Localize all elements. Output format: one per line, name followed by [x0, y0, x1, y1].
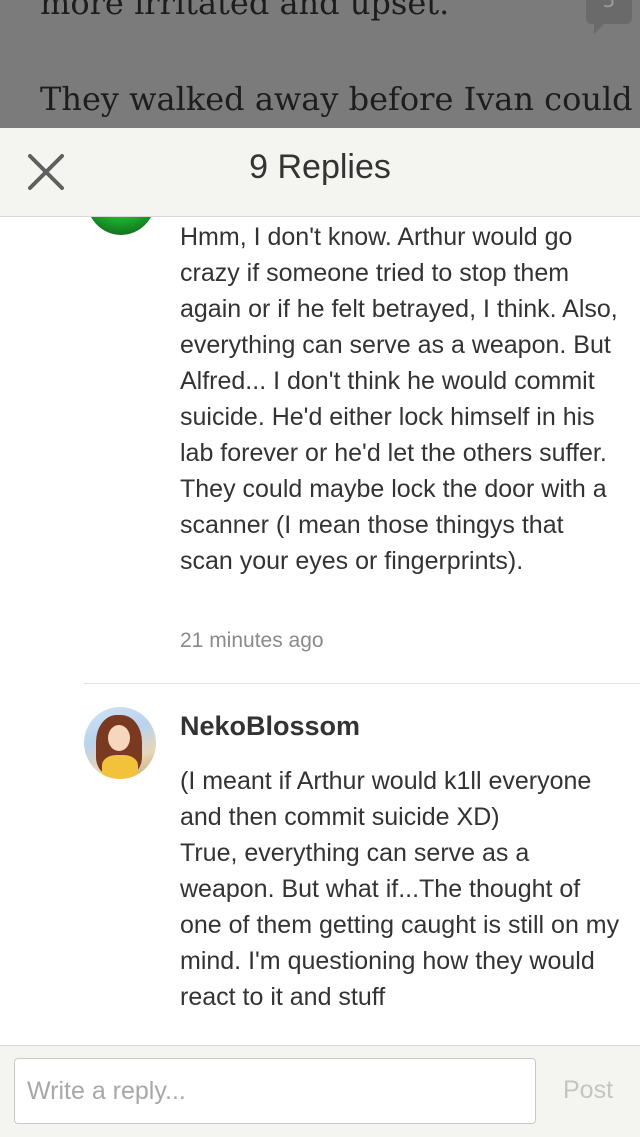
comment-bubble-icon: 5: [586, 0, 632, 34]
divider: [84, 683, 640, 684]
story-text-line: more irritated and upset.: [40, 0, 450, 22]
story-text-line: They walked away before Ivan could: [40, 80, 633, 118]
post-button[interactable]: Post: [548, 1068, 628, 1112]
replies-sheet: 9 Replies Hmm, I don't know. Arthur woul…: [0, 128, 640, 1137]
reply-body: (I meant if Arthur would k1ll everyone a…: [180, 767, 620, 1011]
sheet-header: 9 Replies: [0, 128, 640, 217]
avatar[interactable]: [84, 707, 156, 779]
reply-bar: Post: [0, 1045, 640, 1137]
comment-count: 5: [602, 0, 616, 12]
replies-list[interactable]: Hmm, I don't know. Arthur would go crazy…: [0, 217, 640, 1045]
avatar[interactable]: [86, 217, 156, 235]
reply-body: Hmm, I don't know. Arthur would go crazy…: [180, 223, 618, 575]
reply-input[interactable]: [14, 1058, 536, 1124]
sheet-title: 9 Replies: [249, 148, 391, 186]
reply-author[interactable]: NekoBlossom: [180, 711, 360, 742]
reply-timestamp: 21 minutes ago: [180, 629, 324, 652]
